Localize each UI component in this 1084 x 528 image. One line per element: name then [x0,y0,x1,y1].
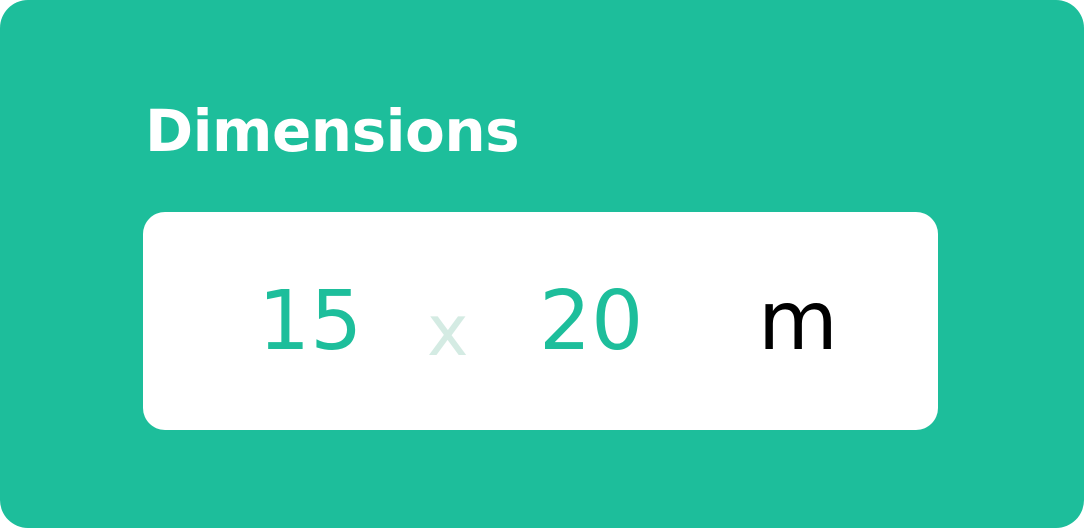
height-value[interactable]: 20 [539,281,643,363]
unit-label: m [758,274,838,369]
dimensions-title: Dimensions [145,97,520,165]
dimensions-input-field[interactable]: 15 x 20 m [143,212,938,430]
dimensions-card: Dimensions 15 x 20 m [0,0,1084,528]
times-separator: x [427,290,469,372]
width-value[interactable]: 15 [258,281,362,363]
